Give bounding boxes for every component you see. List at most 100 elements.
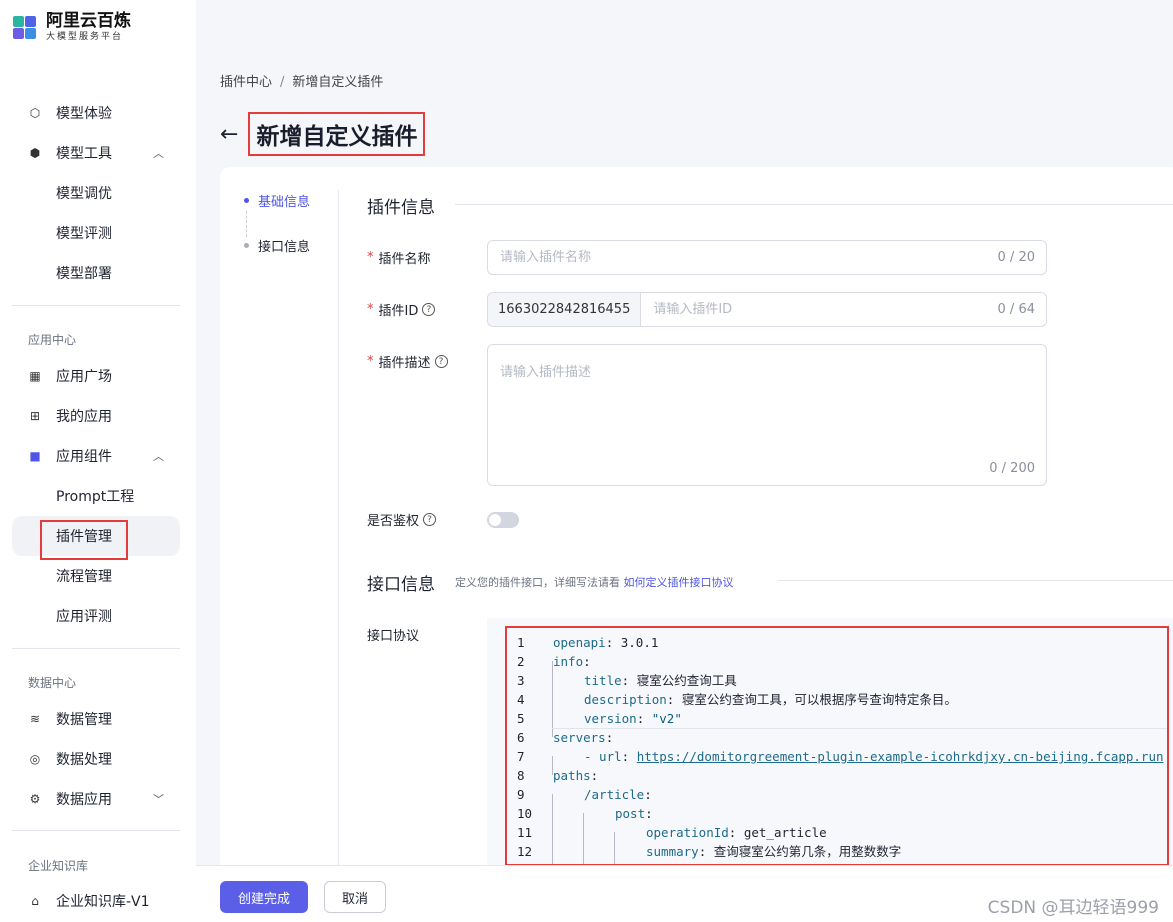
step-connector [246, 211, 247, 237]
sidebar-item-label: 数据应用 [56, 792, 112, 808]
sidebar-item-my-apps[interactable]: ⊞ 我的应用 [12, 396, 180, 436]
help-icon[interactable]: ? [434, 355, 448, 368]
breadcrumb-current: 新增自定义插件 [292, 75, 384, 90]
sidebar-item-app-square[interactable]: ▦ 应用广场 [12, 356, 180, 396]
step-basic-info[interactable]: 基础信息 [244, 190, 310, 210]
plugin-desc-label: * 插件描述? [367, 352, 448, 371]
cancel-button[interactable]: 取消 [324, 881, 386, 913]
tool-icon: ⬢ [29, 146, 41, 160]
plugin-name-counter: 0 / 20 [997, 250, 1035, 265]
sidebar-item-label: 模型体验 [56, 106, 112, 122]
sidebar-divider [12, 305, 180, 306]
section-rule [455, 204, 1173, 205]
section-title-api-info: 接口信息 [367, 575, 435, 595]
plugin-id-prefix: 1663022842816455 [488, 293, 642, 326]
help-icon[interactable]: ? [422, 303, 436, 316]
chevron-down-icon: ﹀ [153, 793, 164, 806]
chevron-up-icon: ︿ [153, 147, 164, 160]
section-title-plugin-info: 插件信息 [367, 198, 435, 218]
api-hint: 定义您的插件接口，详细写法请看 如何定义插件接口协议 [455, 576, 734, 589]
sidebar-item-label: 模型部署 [56, 266, 112, 282]
plugin-id-field[interactable]: 1663022842816455 0 / 64 [487, 292, 1047, 327]
help-icon[interactable]: ? [423, 513, 437, 526]
code-line: 5 version: "v2" [517, 711, 682, 726]
sidebar-item-model-deploy[interactable]: 模型部署 [12, 253, 180, 293]
sidebar-item-model-eval[interactable]: 模型评测 [12, 213, 180, 253]
sidebar-item-app-components[interactable]: ■ 应用组件 ︿ [12, 436, 180, 476]
sidebar-item-label: 数据处理 [56, 752, 112, 768]
sidebar-item-model-tools[interactable]: ⬢ 模型工具 ︿ [12, 133, 180, 173]
code-line: 11 operationId: get_article [517, 825, 827, 840]
create-button[interactable]: 创建完成 [220, 881, 308, 913]
step-nav: 基础信息 接口信息 [244, 190, 310, 255]
sidebar-item-model-experience[interactable]: ⬡ 模型体验 [12, 93, 180, 133]
sidebar-item-knowledge-v1[interactable]: ⌂ 企业知识库-V1 [12, 881, 180, 921]
brand-title: 阿里云百炼 [46, 11, 131, 31]
api-doc-link[interactable]: 如何定义插件接口协议 [624, 576, 734, 589]
sidebar: 阿里云百炼 大模型服务平台 ⬡ 模型体验 ⬢ 模型工具 ︿ 模型调优 模型评测 … [0, 0, 196, 922]
gear-icon: ⚙ [29, 792, 41, 806]
plugin-name-label: * 插件名称 [367, 250, 431, 267]
code-line: 3 title: 寝室公约查询工具 [517, 673, 737, 688]
page-title: 新增自定义插件 [248, 112, 426, 156]
sidebar-item-label: 应用组件 [56, 449, 112, 465]
step-label: 基础信息 [258, 194, 311, 210]
section-label-data-center: 数据中心 [28, 676, 77, 690]
sidebar-item-data-processing[interactable]: ◎ 数据处理 [12, 739, 180, 779]
sidebar-item-label: 应用评测 [56, 609, 112, 625]
sidebar-item-data-management[interactable]: ≋ 数据管理 [12, 699, 180, 739]
step-label: 接口信息 [258, 239, 311, 255]
section-label-app-center: 应用中心 [28, 333, 77, 347]
step-dot [244, 197, 249, 203]
indent-guide [552, 661, 553, 737]
breadcrumb: 插件中心 / 新增自定义插件 [220, 71, 383, 90]
sidebar-item-app-eval[interactable]: 应用评测 [12, 596, 180, 636]
sidebar-item-label: 流程管理 [56, 569, 112, 585]
watermark: CSDN @耳边轻语999 [987, 898, 1159, 918]
plugin-id-label: * 插件ID? [367, 300, 436, 319]
plugin-id-counter: 0 / 64 [997, 302, 1035, 317]
chevron-up-icon: ︿ [153, 450, 164, 463]
step-dot [244, 242, 249, 248]
sidebar-item-label: 模型调优 [56, 186, 112, 202]
folder-icon: ■ [29, 449, 41, 463]
indent-guide [583, 813, 584, 864]
plugin-name-input[interactable] [488, 250, 998, 265]
breadcrumb-parent[interactable]: 插件中心 [220, 75, 272, 90]
sidebar-item-prompt[interactable]: Prompt工程 [12, 476, 180, 516]
sidebar-item-label: 模型评测 [56, 226, 112, 242]
breadcrumb-separator: / [280, 75, 285, 90]
code-line: 6 servers: [517, 730, 614, 745]
plugin-id-input[interactable] [641, 302, 998, 317]
highlight-box-plugin-management [40, 520, 128, 560]
sidebar-item-label: 我的应用 [56, 409, 112, 425]
code-line: 1 openapi: 3.0.1 [517, 635, 659, 650]
sidebar-item-data-apps[interactable]: ⚙ 数据应用 ﹀ [12, 779, 180, 819]
protocol-label: 接口协议 [367, 629, 420, 644]
plugin-name-field[interactable]: 0 / 20 [487, 240, 1047, 275]
toggle-knob [489, 514, 501, 526]
plugin-desc-textarea[interactable]: 请输入插件描述 0 / 200 [487, 344, 1047, 486]
code-line: 4 description: 寝室公约查询工具，可以根据序号查询特定条目。 [517, 692, 957, 707]
sidebar-item-model-tuning[interactable]: 模型调优 [12, 173, 180, 213]
cube-icon: ⬡ [29, 106, 41, 120]
brand-subtitle: 大模型服务平台 [46, 32, 124, 42]
auth-label: 是否鉴权? [367, 510, 437, 529]
back-arrow-icon[interactable]: ← [220, 122, 238, 147]
book-icon: ⌂ [31, 894, 39, 908]
plugin-desc-placeholder: 请输入插件描述 [500, 365, 592, 380]
code-line: 8 paths: [517, 768, 599, 783]
section-label-knowledge: 企业知识库 [28, 859, 89, 873]
step-api-info[interactable]: 接口信息 [244, 235, 310, 255]
indent-guide [552, 794, 553, 864]
plugin-desc-counter: 0 / 200 [989, 461, 1035, 476]
auth-toggle[interactable] [487, 512, 519, 528]
code-editor[interactable]: 1 openapi: 3.0.1 2 info: 3 title: 寝室公约查询工具 … [505, 626, 1169, 866]
sidebar-item-label: 应用广场 [56, 369, 112, 385]
apps-icon: ⊞ [29, 409, 41, 423]
indent-guide [614, 832, 615, 864]
sidebar-item-flow-management[interactable]: 流程管理 [12, 556, 180, 596]
sidebar-divider [12, 830, 180, 831]
sidebar-item-label: Prompt工程 [56, 489, 135, 505]
brand-logo[interactable]: 阿里云百炼 大模型服务平台 [10, 12, 131, 43]
